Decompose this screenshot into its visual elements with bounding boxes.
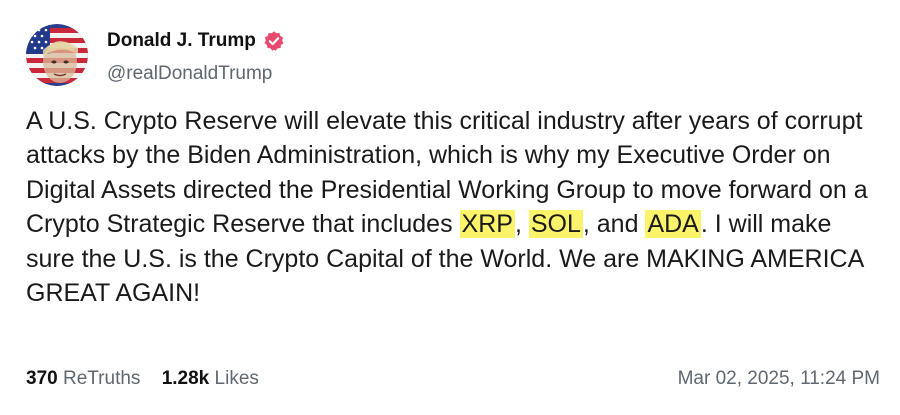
- likes-count: 1.28k: [161, 368, 210, 389]
- likes-stat[interactable]: 1.28k Likes: [162, 368, 259, 389]
- post-text-part: , and: [582, 210, 646, 239]
- post-stats: 370 ReTruths 1.28k Likes Mar 02, 2025, 1…: [26, 368, 880, 390]
- post-timestamp[interactable]: Mar 02, 2025, 11:24 PM: [678, 368, 880, 390]
- author-name-row: Donald J. Trump: [107, 30, 285, 52]
- post-text-part: ,: [514, 210, 529, 239]
- likes-label: Likes: [214, 368, 259, 389]
- author-handle[interactable]: @realDonaldTrump: [107, 63, 272, 85]
- retruths-count: 370: [26, 368, 58, 389]
- truth-social-post: Donald J. Trump @realDonaldTrump A U.S. …: [0, 0, 900, 415]
- post-text: A U.S. Crypto Reserve will elevate this …: [26, 104, 886, 310]
- retruths-stat[interactable]: 370 ReTruths: [26, 368, 140, 389]
- author-display-name[interactable]: Donald J. Trump: [107, 30, 256, 52]
- avatar[interactable]: [26, 24, 88, 86]
- highlight-xrp: XRP: [459, 210, 515, 239]
- retruths-label: ReTruths: [62, 368, 141, 389]
- highlight-sol: SOL: [528, 210, 583, 239]
- avatar-image: [26, 24, 88, 86]
- verified-badge-icon: [263, 30, 285, 52]
- highlight-ada: ADA: [645, 210, 701, 239]
